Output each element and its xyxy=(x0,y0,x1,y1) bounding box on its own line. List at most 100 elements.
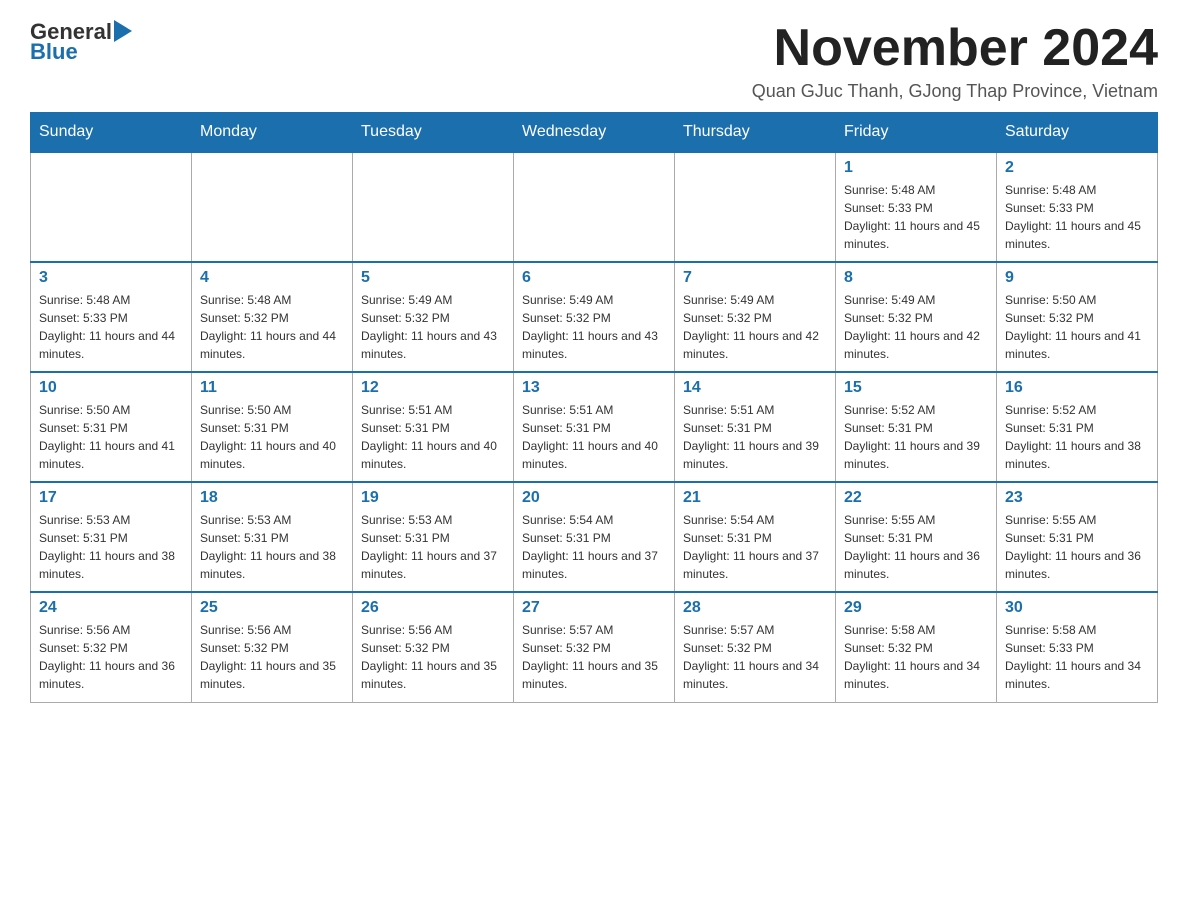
day-number: 22 xyxy=(844,489,988,507)
day-info: Sunrise: 5:52 AM Sunset: 5:31 PM Dayligh… xyxy=(844,401,988,473)
header-wednesday: Wednesday xyxy=(514,113,675,153)
calendar-cell xyxy=(514,152,675,262)
calendar-cell: 25 Sunrise: 5:56 AM Sunset: 5:32 PM Dayli… xyxy=(192,592,353,702)
calendar-cell: 6Sunrise: 5:49 AM Sunset: 5:32 PM Daylig… xyxy=(514,262,675,372)
day-info: Sunrise: 5:56 AM Sunset: 5:32 PM Dayligh… xyxy=(361,621,505,693)
calendar-cell: 16 Sunrise: 5:52 AM Sunset: 5:31 PM Dayli… xyxy=(997,372,1158,482)
calendar-cell: 22 Sunrise: 5:55 AM Sunset: 5:31 PM Dayli… xyxy=(836,482,997,592)
calendar-cell: 15Sunrise: 5:52 AM Sunset: 5:31 PM Dayli… xyxy=(836,372,997,482)
day-info: Sunrise: 5:56 AM Sunset: 5:32 PM Dayligh… xyxy=(200,621,344,693)
calendar-cell: 18 Sunrise: 5:53 AM Sunset: 5:31 PM Dayli… xyxy=(192,482,353,592)
day-number: 6 xyxy=(522,269,666,287)
calendar-cell: 27Sunrise: 5:57 AM Sunset: 5:32 PM Dayli… xyxy=(514,592,675,702)
day-number: 18 xyxy=(200,489,344,507)
calendar-cell: 21Sunrise: 5:54 AM Sunset: 5:31 PM Dayli… xyxy=(675,482,836,592)
day-info: Sunrise: 5:51 AM Sunset: 5:31 PM Dayligh… xyxy=(361,401,505,473)
day-number: 20 xyxy=(522,489,666,507)
calendar-cell: 20 Sunrise: 5:54 AM Sunset: 5:31 PM Dayli… xyxy=(514,482,675,592)
calendar-cell xyxy=(31,152,192,262)
week-row-1: 1 Sunrise: 5:48 AM Sunset: 5:33 PM Daylig… xyxy=(31,152,1158,262)
day-info: Sunrise: 5:49 AM Sunset: 5:32 PM Dayligh… xyxy=(844,291,988,363)
day-info: Sunrise: 5:54 AM Sunset: 5:31 PM Dayligh… xyxy=(522,511,666,583)
day-info: Sunrise: 5:52 AM Sunset: 5:31 PM Dayligh… xyxy=(1005,401,1149,473)
page-header: General Blue November 2024 Quan GJuc Tha… xyxy=(30,20,1158,102)
calendar-cell: 9Sunrise: 5:50 AM Sunset: 5:32 PM Daylig… xyxy=(997,262,1158,372)
calendar-cell: 26 Sunrise: 5:56 AM Sunset: 5:32 PM Dayli… xyxy=(353,592,514,702)
day-number: 26 xyxy=(361,599,505,617)
header-sunday: Sunday xyxy=(31,113,192,153)
week-row-3: 10 Sunrise: 5:50 AM Sunset: 5:31 PM Dayli… xyxy=(31,372,1158,482)
title-area: November 2024 Quan GJuc Thanh, GJong Tha… xyxy=(752,20,1158,102)
day-info: Sunrise: 5:53 AM Sunset: 5:31 PM Dayligh… xyxy=(39,511,183,583)
calendar-cell: 23 Sunrise: 5:55 AM Sunset: 5:31 PM Dayli… xyxy=(997,482,1158,592)
day-number: 17 xyxy=(39,489,183,507)
day-number: 8 xyxy=(844,269,988,287)
day-number: 11 xyxy=(200,379,344,397)
calendar-cell: 29Sunrise: 5:58 AM Sunset: 5:32 PM Dayli… xyxy=(836,592,997,702)
calendar-cell: 4Sunrise: 5:48 AM Sunset: 5:32 PM Daylig… xyxy=(192,262,353,372)
day-info: Sunrise: 5:57 AM Sunset: 5:32 PM Dayligh… xyxy=(683,621,827,693)
logo: General Blue xyxy=(30,20,132,64)
day-info: Sunrise: 5:55 AM Sunset: 5:31 PM Dayligh… xyxy=(1005,511,1149,583)
calendar-cell: 11 Sunrise: 5:50 AM Sunset: 5:31 PM Dayli… xyxy=(192,372,353,482)
day-number: 12 xyxy=(361,379,505,397)
day-info: Sunrise: 5:53 AM Sunset: 5:31 PM Dayligh… xyxy=(361,511,505,583)
day-number: 13 xyxy=(522,379,666,397)
day-number: 7 xyxy=(683,269,827,287)
subtitle: Quan GJuc Thanh, GJong Thap Province, Vi… xyxy=(752,81,1158,102)
day-number: 23 xyxy=(1005,489,1149,507)
day-number: 1 xyxy=(844,159,988,177)
header-saturday: Saturday xyxy=(997,113,1158,153)
calendar-cell: 12 Sunrise: 5:51 AM Sunset: 5:31 PM Dayli… xyxy=(353,372,514,482)
day-number: 25 xyxy=(200,599,344,617)
week-row-4: 17 Sunrise: 5:53 AM Sunset: 5:31 PM Dayli… xyxy=(31,482,1158,592)
day-number: 16 xyxy=(1005,379,1149,397)
header-friday: Friday xyxy=(836,113,997,153)
day-info: Sunrise: 5:49 AM Sunset: 5:32 PM Dayligh… xyxy=(361,291,505,363)
day-info: Sunrise: 5:48 AM Sunset: 5:32 PM Dayligh… xyxy=(200,291,344,363)
day-number: 27 xyxy=(522,599,666,617)
calendar-cell: 24Sunrise: 5:56 AM Sunset: 5:32 PM Dayli… xyxy=(31,592,192,702)
calendar-cell xyxy=(353,152,514,262)
day-info: Sunrise: 5:48 AM Sunset: 5:33 PM Dayligh… xyxy=(844,181,988,253)
day-info: Sunrise: 5:50 AM Sunset: 5:32 PM Dayligh… xyxy=(1005,291,1149,363)
header-tuesday: Tuesday xyxy=(353,113,514,153)
header-monday: Monday xyxy=(192,113,353,153)
calendar-table: Sunday Monday Tuesday Wednesday Thursday… xyxy=(30,112,1158,703)
calendar-cell: 8 Sunrise: 5:49 AM Sunset: 5:32 PM Daylig… xyxy=(836,262,997,372)
calendar-cell: 10 Sunrise: 5:50 AM Sunset: 5:31 PM Dayli… xyxy=(31,372,192,482)
day-info: Sunrise: 5:48 AM Sunset: 5:33 PM Dayligh… xyxy=(1005,181,1149,253)
calendar-cell: 14Sunrise: 5:51 AM Sunset: 5:31 PM Dayli… xyxy=(675,372,836,482)
day-number: 3 xyxy=(39,269,183,287)
day-info: Sunrise: 5:50 AM Sunset: 5:31 PM Dayligh… xyxy=(39,401,183,473)
logo-arrow-icon xyxy=(114,20,132,42)
calendar-cell: 2 Sunrise: 5:48 AM Sunset: 5:33 PM Daylig… xyxy=(997,152,1158,262)
day-info: Sunrise: 5:48 AM Sunset: 5:33 PM Dayligh… xyxy=(39,291,183,363)
day-number: 10 xyxy=(39,379,183,397)
day-info: Sunrise: 5:50 AM Sunset: 5:31 PM Dayligh… xyxy=(200,401,344,473)
day-number: 28 xyxy=(683,599,827,617)
week-row-2: 3 Sunrise: 5:48 AM Sunset: 5:33 PM Daylig… xyxy=(31,262,1158,372)
day-number: 30 xyxy=(1005,599,1149,617)
calendar-cell: 5 Sunrise: 5:49 AM Sunset: 5:32 PM Daylig… xyxy=(353,262,514,372)
calendar-cell xyxy=(192,152,353,262)
day-number: 2 xyxy=(1005,159,1149,177)
calendar-cell: 3 Sunrise: 5:48 AM Sunset: 5:33 PM Daylig… xyxy=(31,262,192,372)
calendar-cell: 17 Sunrise: 5:53 AM Sunset: 5:31 PM Dayli… xyxy=(31,482,192,592)
day-info: Sunrise: 5:56 AM Sunset: 5:32 PM Dayligh… xyxy=(39,621,183,693)
day-info: Sunrise: 5:51 AM Sunset: 5:31 PM Dayligh… xyxy=(683,401,827,473)
calendar-cell: 13Sunrise: 5:51 AM Sunset: 5:31 PM Dayli… xyxy=(514,372,675,482)
week-row-5: 24Sunrise: 5:56 AM Sunset: 5:32 PM Dayli… xyxy=(31,592,1158,702)
calendar-cell xyxy=(675,152,836,262)
day-number: 5 xyxy=(361,269,505,287)
day-info: Sunrise: 5:55 AM Sunset: 5:31 PM Dayligh… xyxy=(844,511,988,583)
day-info: Sunrise: 5:53 AM Sunset: 5:31 PM Dayligh… xyxy=(200,511,344,583)
header-thursday: Thursday xyxy=(675,113,836,153)
calendar-cell: 7Sunrise: 5:49 AM Sunset: 5:32 PM Daylig… xyxy=(675,262,836,372)
day-info: Sunrise: 5:58 AM Sunset: 5:33 PM Dayligh… xyxy=(1005,621,1149,693)
calendar-header-row: Sunday Monday Tuesday Wednesday Thursday… xyxy=(31,113,1158,153)
day-number: 29 xyxy=(844,599,988,617)
calendar-cell: 28 Sunrise: 5:57 AM Sunset: 5:32 PM Dayli… xyxy=(675,592,836,702)
calendar-cell: 1 Sunrise: 5:48 AM Sunset: 5:33 PM Daylig… xyxy=(836,152,997,262)
logo-blue-text: Blue xyxy=(30,40,132,64)
